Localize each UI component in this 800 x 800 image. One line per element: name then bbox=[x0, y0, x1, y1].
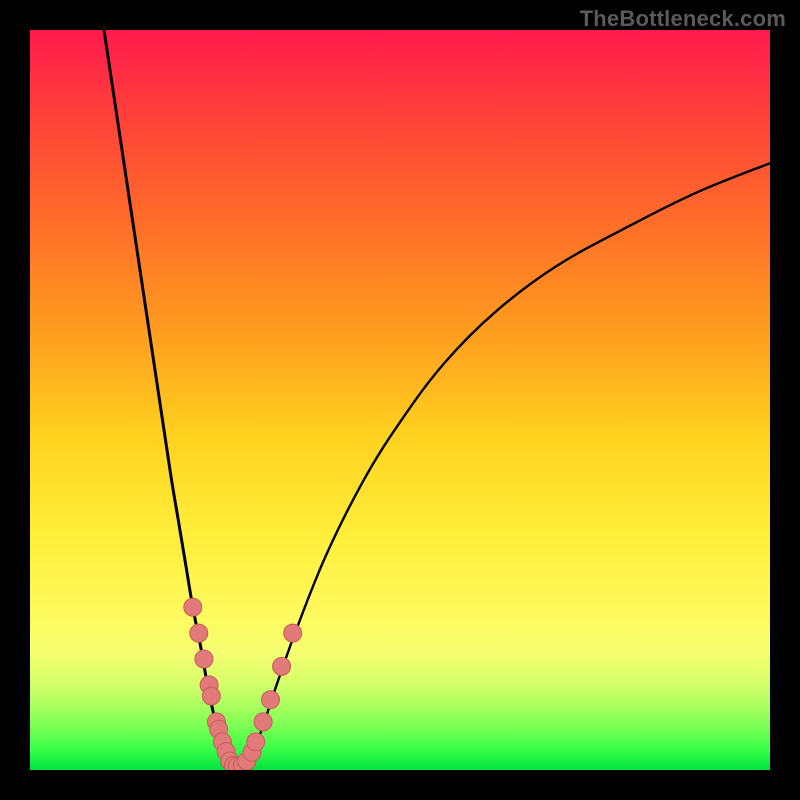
highlight-markers bbox=[184, 598, 302, 770]
highlight-marker bbox=[284, 624, 302, 642]
curve-right bbox=[245, 163, 770, 765]
watermark-text: TheBottleneck.com bbox=[580, 6, 786, 32]
highlight-marker bbox=[184, 598, 202, 616]
highlight-marker bbox=[202, 687, 220, 705]
highlight-marker bbox=[195, 650, 213, 668]
highlight-marker bbox=[247, 733, 265, 751]
highlight-marker bbox=[190, 624, 208, 642]
highlight-marker bbox=[262, 691, 280, 709]
plot-area bbox=[30, 30, 770, 770]
highlight-marker bbox=[273, 657, 291, 675]
highlight-marker bbox=[254, 713, 272, 731]
chart-frame: TheBottleneck.com bbox=[0, 0, 800, 800]
curve-layer bbox=[30, 30, 770, 770]
